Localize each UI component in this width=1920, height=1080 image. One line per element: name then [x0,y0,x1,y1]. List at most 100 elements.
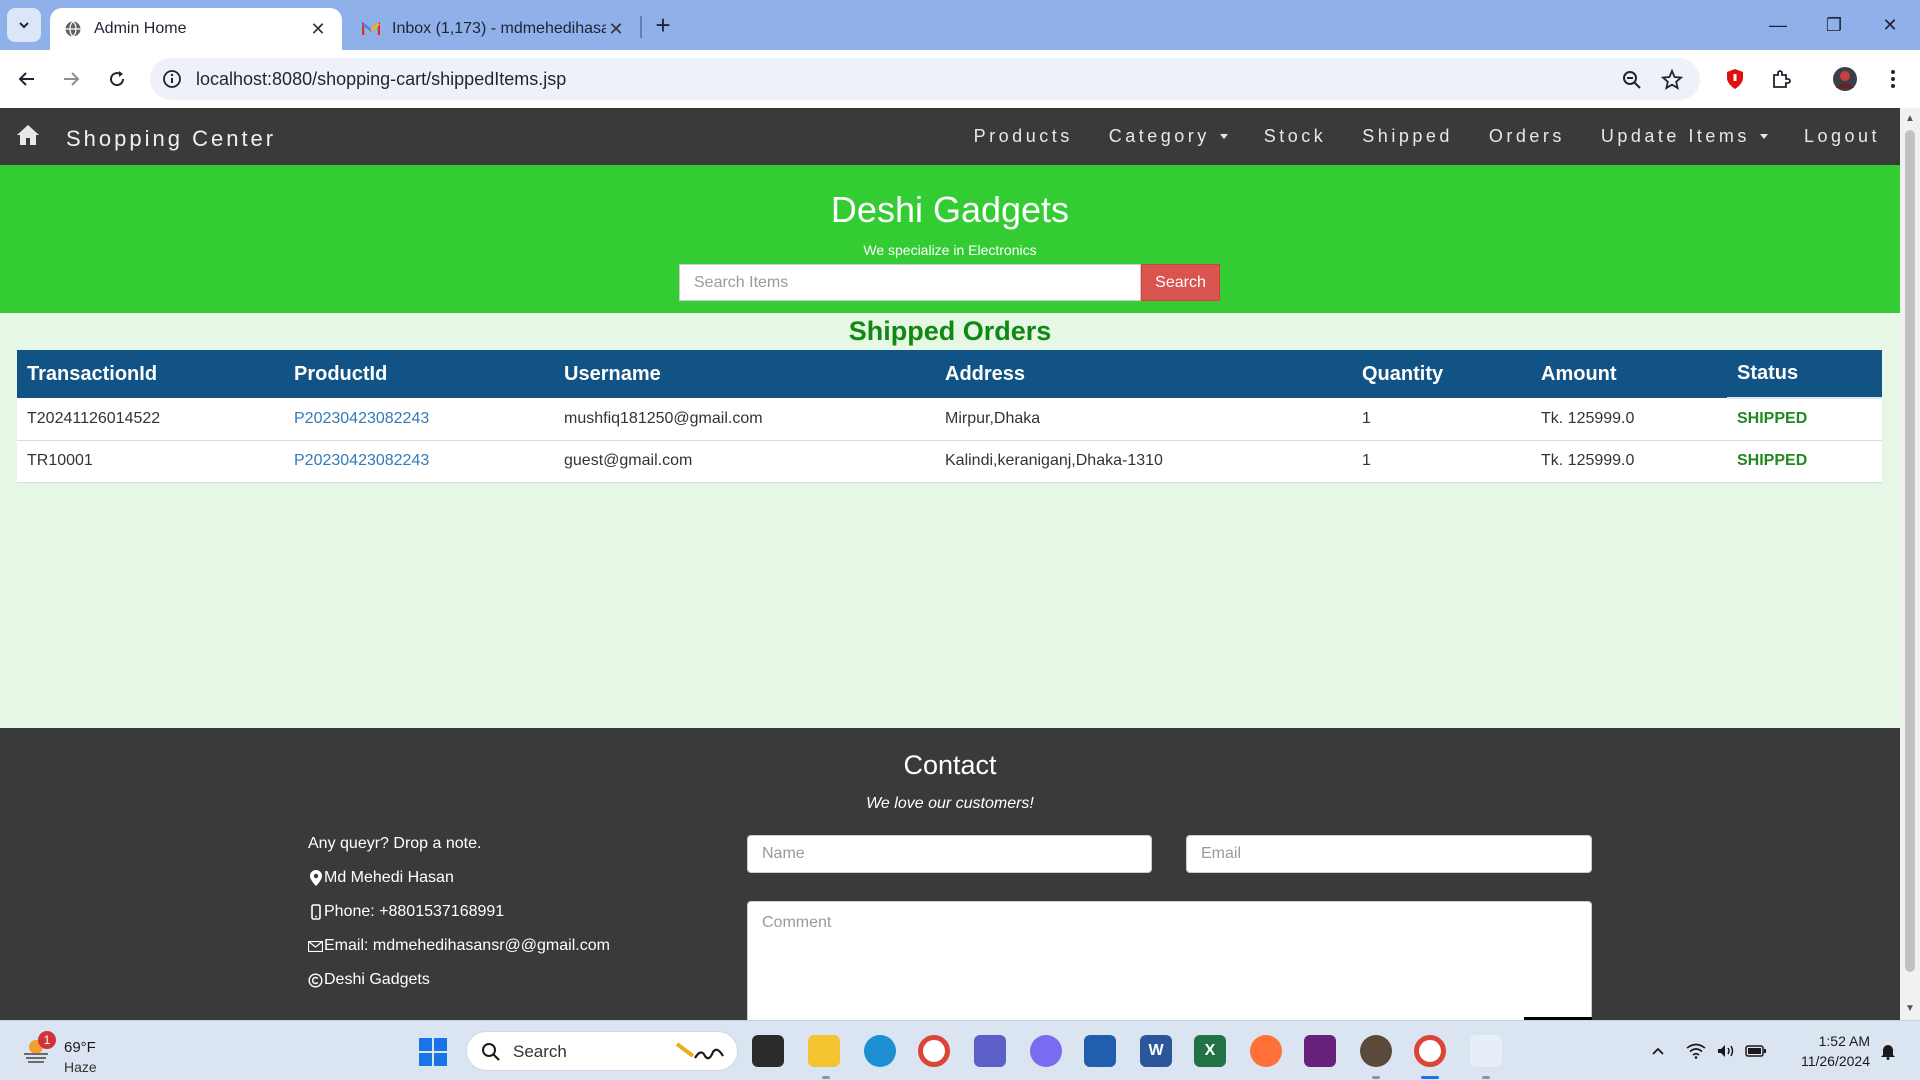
new-tab-button[interactable]: + [648,10,678,40]
wifi-icon[interactable] [1684,1039,1708,1063]
transaction-id-cell: T20241126014522 [27,409,161,427]
store-app-icon[interactable] [1084,1035,1116,1067]
extension-adblock-button[interactable] [1720,64,1750,94]
shield-icon [1727,69,1743,89]
contact-heading: Contact [903,750,997,780]
contact-name-field[interactable] [747,835,1152,873]
globe-icon [64,20,82,38]
excel-app-icon[interactable]: X [1194,1035,1226,1067]
notification-bell-icon[interactable] [1876,1039,1900,1063]
scroll-up-arrow-icon[interactable]: ▲ [1905,114,1915,124]
snipping-tool-app-icon[interactable] [1470,1035,1502,1067]
visual-studio-app-icon[interactable] [1304,1035,1336,1067]
search-button[interactable]: Search [1141,264,1220,301]
tab-gmail-inbox[interactable]: Inbox (1,173) - mdmehedihasan ✕ [348,8,640,50]
firefox-app-icon[interactable] [1250,1035,1282,1067]
clock-time: 1:52 AM [1818,1033,1870,1049]
nav-update-items[interactable]: Update Items [1601,126,1768,147]
system-clock[interactable]: 1:52 AM 11/26/2024 [1786,1031,1870,1071]
url-host: localhost [196,69,268,89]
tab-search-button[interactable] [7,8,41,42]
nav-shipped[interactable]: Shipped [1362,126,1453,147]
product-id-link[interactable]: P20230423082243 [294,452,429,469]
table-row: TR10001 P20230423082243 guest@gmail.com … [17,440,1882,482]
show-hidden-icons-chevron-icon[interactable] [1646,1039,1670,1063]
amount-cell: Tk. 125999.0 [1541,452,1635,469]
site-brand[interactable]: Shopping Center [66,126,276,152]
close-window-button[interactable]: ✕ [1870,10,1910,40]
table-header-row: TransactionId ProductId Username Address… [17,350,1882,399]
scroll-thumb[interactable] [1905,130,1915,972]
bookmark-star-icon[interactable] [1660,68,1684,92]
store-tagline: We specialize in Electronics [863,242,1037,258]
column-header: ProductId [294,362,388,385]
restore-button[interactable]: ❐ [1814,10,1854,40]
query-note: Any queyr? Drop a note. [308,835,482,852]
file-explorer-app-icon[interactable] [808,1035,840,1067]
battery-icon[interactable] [1744,1039,1768,1063]
tab-separator [640,16,642,38]
back-button[interactable] [12,64,42,94]
contact-details: Any queyr? Drop a note. Md Mehedi Hasan … [308,827,610,997]
edge-app-icon[interactable] [864,1035,896,1067]
extensions-button[interactable] [1766,64,1796,94]
home-icon[interactable] [16,124,40,146]
volume-icon[interactable] [1714,1039,1738,1063]
reload-button[interactable] [102,64,132,94]
page-viewport: Shopping Center Products Category Stock … [0,108,1900,1020]
contact-comment-field[interactable] [747,901,1592,1020]
chrome-app-icon[interactable] [918,1035,950,1067]
profile-avatar-button[interactable] [1830,64,1860,94]
address-bar[interactable]: localhost:8080/shopping-cart/shippedItem… [150,58,1700,100]
nav-products[interactable]: Products [974,126,1073,147]
arrow-right-icon [64,72,80,86]
nav-logout[interactable]: Logout [1804,126,1880,147]
page-scrollbar[interactable]: ▲ ▼ [1900,108,1920,1020]
teams-app-icon[interactable] [974,1035,1006,1067]
contact-phone: Phone: +8801537168991 [308,895,610,929]
chevron-down-icon [19,22,29,29]
zoom-icon[interactable] [1620,68,1644,92]
contact-footer: Contact We love our customers! Any queyr… [0,728,1900,1020]
weather-temp: 69°F [64,1039,96,1056]
word-app-icon[interactable]: W [1140,1035,1172,1067]
site-info-icon[interactable] [162,69,182,89]
windows-taskbar: 1 69°F Haze Search W X 1:52 AM 11/26/202… [0,1020,1920,1080]
taskbar-search[interactable]: Search [466,1031,738,1071]
windows-start-icon[interactable] [418,1037,448,1067]
transaction-id-cell: TR10001 [27,452,93,469]
weather-widget[interactable]: 1 69°F Haze [20,1029,130,1075]
browser-tab-strip: Admin Home ✕ Inbox (1,173) - mdmehedihas… [0,0,1920,50]
taskbar-search-label: Search [513,1042,567,1061]
running-indicator [822,1076,830,1079]
reload-icon [110,71,125,87]
minimize-button[interactable]: — [1758,10,1798,40]
phone-icon [308,904,323,920]
store-hero: Deshi Gadgets We specialize in Electroni… [0,165,1900,313]
settings-app-icon[interactable] [1360,1035,1392,1067]
table-row: T20241126014522 P20230423082243 mushfiq1… [17,398,1882,440]
close-tab-icon[interactable]: ✕ [606,19,626,40]
page-title: Shipped Orders [848,316,1052,346]
forward-button[interactable] [56,64,86,94]
contact-email-field[interactable] [1186,835,1592,873]
more-vertical-icon [1891,70,1895,88]
contact-subheading: We love our customers! [866,795,1034,812]
close-tab-icon[interactable]: ✕ [308,19,328,40]
url-path: :8080/shopping-cart/shippedItems.jsp [267,69,567,89]
url-text[interactable]: localhost:8080/shopping-cart/shippedItem… [196,69,566,90]
nav-orders[interactable]: Orders [1489,126,1565,147]
search-input[interactable] [679,264,1141,301]
scroll-down-arrow-icon[interactable]: ▼ [1905,1004,1915,1014]
chrome-profile-app-icon[interactable] [1414,1035,1446,1067]
running-indicator [1372,1076,1380,1079]
column-header: Amount [1541,362,1617,385]
tab-admin-home[interactable]: Admin Home ✕ [50,8,342,50]
browser-menu-button[interactable] [1878,64,1908,94]
copilot-app-icon[interactable] [1030,1035,1062,1067]
tab-title: Inbox (1,173) - mdmehedihasan [392,20,606,37]
nav-category[interactable]: Category [1109,126,1228,147]
nav-stock[interactable]: Stock [1264,126,1327,147]
task-view-app-icon[interactable] [752,1035,784,1067]
product-id-link[interactable]: P20230423082243 [294,410,429,427]
